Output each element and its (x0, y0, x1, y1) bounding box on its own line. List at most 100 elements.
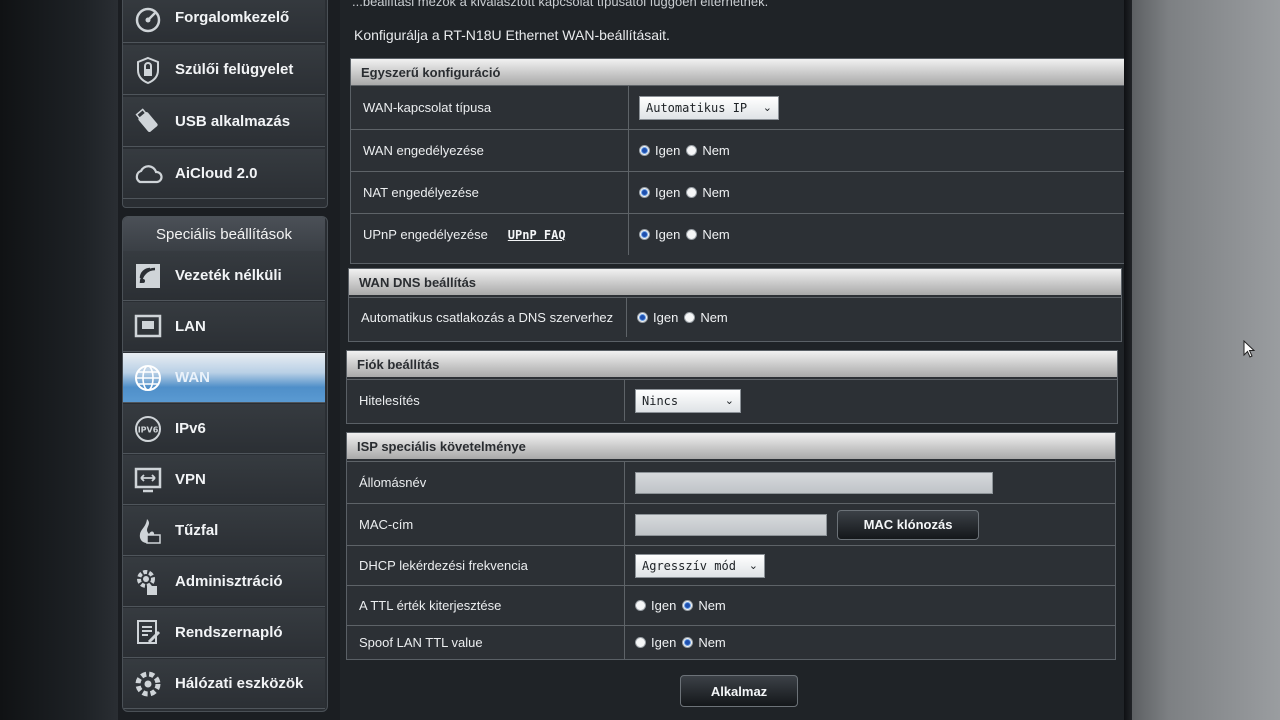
sidebar-item-label: Tűzfal (175, 522, 219, 539)
gauge-icon (131, 1, 165, 35)
spoof-ttl-label: Spoof LAN TTL value (347, 626, 625, 659)
sidebar-item-aicloud[interactable]: AiCloud 2.0 (123, 149, 325, 199)
top-note: ...beállítási mezők a kiválasztott kapcs… (352, 0, 769, 9)
nat-enable-label: NAT engedélyezése (351, 172, 629, 213)
ttl-no[interactable]: Nem (682, 598, 726, 613)
chevron-down-icon: ⌄ (748, 559, 758, 572)
dhcp-freq-select[interactable]: Agresszív mód ⌄ (635, 553, 765, 578)
svg-text:IPV6: IPV6 (138, 425, 159, 434)
nat-enable-row: NAT engedélyezése Igen Nem (351, 171, 1125, 213)
admin-gear-icon (131, 565, 165, 599)
sidebar: Forgalomkezelő Szülői felügyelet USB alk… (120, 0, 330, 720)
sidebar-item-firewall[interactable]: Tűzfal (123, 506, 325, 556)
sidebar-item-label: Adminisztráció (175, 573, 283, 590)
sidebar-item-label: Hálózati eszközök (175, 675, 304, 692)
auto-dns-label: Automatikus csatlakozás a DNS szerverhez (349, 298, 627, 337)
sidebar-item-parental-control[interactable]: Szülői felügyelet (123, 45, 325, 95)
auth-label: Hitelesítés (347, 380, 625, 421)
globe-icon (131, 361, 165, 395)
wan-dns-panel: WAN DNS beállítás Automatikus csatlakozá… (348, 268, 1122, 342)
panel-header: Egyszerű konfiguráció (351, 59, 1125, 85)
sidebar-item-label: USB alkalmazás (175, 113, 291, 130)
auto-dns-row: Automatikus csatlakozás a DNS szerverhez… (349, 297, 1121, 337)
auto-dns-yes[interactable]: Igen (637, 310, 678, 325)
auto-dns-no[interactable]: Nem (684, 310, 728, 325)
sidebar-item-administration[interactable]: Adminisztráció (123, 557, 325, 607)
auth-row: Hitelesítés Nincs ⌄ (347, 379, 1117, 421)
ttl-label: A TTL érték kiterjesztése (347, 586, 625, 625)
sidebar-item-label: IPv6 (175, 420, 206, 437)
sidebar-item-usb-application[interactable]: USB alkalmazás (123, 97, 325, 147)
sidebar-item-wireless[interactable]: Vezeték nélküli (123, 251, 325, 301)
upnp-enable-row: UPnP engedélyezése UPnP FAQ Igen Nem (351, 213, 1125, 255)
sidebar-item-label: Forgalomkezelő (175, 9, 290, 26)
sidebar-item-ipv6[interactable]: IPV6 IPv6 (123, 404, 325, 454)
dhcp-freq-row: DHCP lekérdezési frekvencia Agresszív mó… (347, 545, 1115, 585)
panel-header: WAN DNS beállítás (349, 269, 1121, 295)
sidebar-item-traffic-manager[interactable]: Forgalomkezelő (123, 0, 325, 43)
shield-lock-icon (131, 53, 165, 87)
spoof-ttl-no[interactable]: Nem (682, 635, 726, 650)
sidebar-item-system-log[interactable]: Rendszernapló (123, 608, 325, 658)
sidebar-item-label: AiCloud 2.0 (175, 165, 258, 182)
sidebar-item-vpn[interactable]: VPN (123, 455, 325, 505)
network-tools-icon (131, 667, 165, 701)
ttl-row: A TTL érték kiterjesztése Igen Nem (347, 585, 1115, 625)
chevron-down-icon: ⌄ (724, 394, 734, 407)
page-subtitle: Konfigurálja a RT-N18U Ethernet WAN-beál… (354, 27, 670, 43)
vpn-icon (131, 463, 165, 497)
spoof-ttl-row: Spoof LAN TTL value Igen Nem (347, 625, 1115, 659)
apply-button[interactable]: Alkalmaz (680, 675, 798, 707)
sidebar-item-wan[interactable]: WAN (123, 353, 325, 403)
nat-enable-no[interactable]: Nem (686, 185, 730, 200)
firewall-icon (131, 514, 165, 548)
wan-enable-no[interactable]: Nem (686, 143, 730, 158)
spoof-ttl-yes[interactable]: Igen (635, 635, 676, 650)
isp-requirements-panel: ISP speciális követelménye Állomásnév MA… (346, 432, 1116, 660)
sidebar-item-label: LAN (175, 318, 206, 335)
chevron-down-icon: ⌄ (762, 101, 772, 114)
wireless-icon (131, 259, 165, 293)
log-icon (131, 616, 165, 650)
sidebar-item-label: WAN (175, 369, 210, 386)
hostname-row: Állomásnév (347, 461, 1115, 503)
sidebar-item-label: Szülői felügyelet (175, 61, 294, 78)
ipv6-icon: IPV6 (131, 412, 165, 446)
desktop-background (1132, 0, 1280, 720)
wan-enable-label: WAN engedélyezése (351, 130, 629, 171)
wan-type-select[interactable]: Automatikus IP ⌄ (639, 95, 779, 120)
left-bezel (0, 0, 118, 720)
sidebar-item-label: Rendszernapló (175, 624, 283, 641)
mac-label: MAC-cím (347, 504, 625, 545)
sidebar-item-lan[interactable]: LAN (123, 302, 325, 352)
sidebar-item-label: VPN (175, 471, 206, 488)
wan-enable-row: WAN engedélyezése Igen Nem (351, 129, 1125, 171)
cloud-icon (131, 157, 165, 191)
sidebar-item-label: Vezeték nélküli (175, 267, 282, 284)
basic-config-panel: Egyszerű konfiguráció WAN-kapcsolat típu… (350, 58, 1126, 264)
mac-input[interactable] (635, 513, 827, 536)
hostname-label: Állomásnév (347, 462, 625, 503)
lan-monitor-icon (131, 310, 165, 344)
upnp-faq-link[interactable]: UPnP FAQ (508, 228, 566, 242)
advanced-settings-title: Speciális beállítások (123, 217, 325, 251)
wan-type-row: WAN-kapcsolat típusa Automatikus IP ⌄ (351, 85, 1125, 129)
sidebar-advanced-group: Speciális beállítások Vezeték nélküli LA… (122, 216, 328, 712)
nat-enable-yes[interactable]: Igen (639, 185, 680, 200)
upnp-enable-yes[interactable]: Igen (639, 227, 680, 242)
auth-select[interactable]: Nincs ⌄ (635, 388, 741, 413)
main-content: ...beállítási mezők a kiválasztott kapcs… (340, 0, 1128, 720)
panel-header: Fiók beállítás (347, 351, 1117, 377)
wan-enable-yes[interactable]: Igen (639, 143, 680, 158)
mac-row: MAC-cím MAC klónozás (347, 503, 1115, 545)
account-settings-panel: Fiók beállítás Hitelesítés Nincs ⌄ (346, 350, 1118, 424)
mouse-cursor-icon (1243, 339, 1256, 358)
mac-clone-button[interactable]: MAC klónozás (837, 509, 979, 540)
sidebar-general-group: Forgalomkezelő Szülői felügyelet USB alk… (122, 0, 328, 208)
upnp-enable-label: UPnP engedélyezése (363, 227, 488, 242)
hostname-input[interactable] (635, 471, 993, 494)
upnp-enable-no[interactable]: Nem (686, 227, 730, 242)
ttl-yes[interactable]: Igen (635, 598, 676, 613)
dhcp-freq-label: DHCP lekérdezési frekvencia (347, 546, 625, 585)
sidebar-item-network-tools[interactable]: Hálózati eszközök (123, 659, 325, 709)
